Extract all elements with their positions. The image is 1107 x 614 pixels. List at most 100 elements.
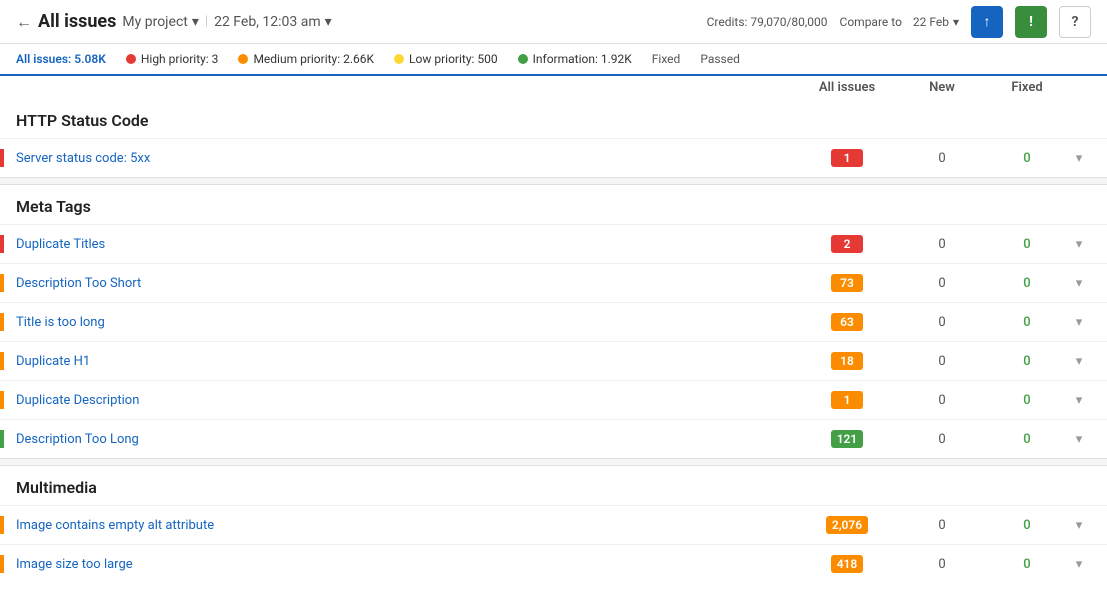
issue-name[interactable]: Duplicate Description (16, 393, 797, 408)
low-priority-dot (394, 54, 404, 64)
compare-arrow-icon: ▾ (953, 15, 959, 29)
row-border-indicator (0, 555, 4, 573)
table-column-headers: All issues New Fixed (0, 76, 1107, 99)
issue-new-count: 0 (897, 354, 987, 369)
filter-information[interactable]: Information: 1.92K (518, 52, 632, 66)
section-header-2: Multimedia (0, 466, 1107, 505)
table-row[interactable]: Title is too long6300▾ (0, 302, 1107, 341)
issue-fixed-count: 0 (987, 354, 1067, 369)
row-border-indicator (0, 391, 4, 409)
section-header-1: Meta Tags (0, 185, 1107, 224)
row-expand-arrow-icon[interactable]: ▾ (1067, 432, 1091, 447)
project-arrow-icon: ▾ (192, 14, 199, 30)
row-border-indicator (0, 235, 4, 253)
issue-new-count: 0 (897, 432, 987, 447)
project-name: My project (122, 14, 187, 30)
table-row[interactable]: Duplicate Titles200▾ (0, 224, 1107, 263)
header: ← All issues My project▾ | 22 Feb, 12:03… (0, 0, 1107, 44)
upload-button[interactable]: ↑ (971, 6, 1003, 38)
issue-count-badge: 63 (831, 313, 863, 331)
issue-name[interactable]: Image contains empty alt attribute (16, 518, 797, 533)
main-content: All issues New Fixed HTTP Status CodeSer… (0, 76, 1107, 606)
page-title: All issues (38, 11, 116, 32)
issue-count-cell: 73 (797, 274, 897, 292)
filter-bar: All issues: 5.08K High priority: 3 Mediu… (0, 44, 1107, 76)
row-expand-arrow-icon[interactable]: ▾ (1067, 237, 1091, 252)
exclaim-icon: ! (1029, 14, 1033, 30)
issue-new-count: 0 (897, 557, 987, 572)
row-expand-arrow-icon[interactable]: ▾ (1067, 518, 1091, 533)
issue-count-badge: 2,076 (826, 516, 868, 534)
high-priority-dot (126, 54, 136, 64)
col-header-fixed: Fixed (987, 80, 1067, 95)
issue-name[interactable]: Duplicate H1 (16, 354, 797, 369)
row-expand-arrow-icon[interactable]: ▾ (1067, 276, 1091, 291)
issue-fixed-count: 0 (987, 518, 1067, 533)
back-button[interactable]: ← (16, 12, 32, 32)
filter-all-issues[interactable]: All issues: 5.08K (16, 52, 106, 66)
table-row[interactable]: Duplicate H11800▾ (0, 341, 1107, 380)
compare-date: 22 Feb (913, 15, 949, 29)
help-button[interactable]: ? (1059, 6, 1091, 38)
table-row[interactable]: Description Too Short7300▾ (0, 263, 1107, 302)
filter-medium-priority[interactable]: Medium priority: 2.66K (238, 52, 374, 66)
date-selector[interactable]: 22 Feb, 12:03 am▾ (214, 14, 332, 30)
issue-count-badge: 73 (831, 274, 863, 292)
issue-fixed-count: 0 (987, 557, 1067, 572)
issue-name[interactable]: Duplicate Titles (16, 237, 797, 252)
row-expand-arrow-icon[interactable]: ▾ (1067, 315, 1091, 330)
header-right: Credits: 79,070/80,000 Compare to 22 Feb… (707, 6, 1091, 38)
medium-priority-dot (238, 54, 248, 64)
issue-new-count: 0 (897, 393, 987, 408)
issue-name[interactable]: Title is too long (16, 315, 797, 330)
issue-count-cell: 1 (797, 391, 897, 409)
issue-new-count: 0 (897, 151, 987, 166)
issue-fixed-count: 0 (987, 315, 1067, 330)
issue-count-badge: 2 (831, 235, 863, 253)
date-arrow-icon: ▾ (325, 14, 332, 30)
row-border-indicator (0, 352, 4, 370)
table-row[interactable]: Image size too large41800▾ (0, 544, 1107, 583)
date-label: 22 Feb, 12:03 am (214, 14, 321, 30)
issue-name[interactable]: Server status code: 5xx (16, 151, 797, 166)
row-border-indicator (0, 430, 4, 448)
issue-fixed-count: 0 (987, 151, 1067, 166)
filter-high-priority[interactable]: High priority: 3 (126, 52, 219, 66)
filter-fixed[interactable]: Fixed (652, 52, 681, 66)
filter-low-priority[interactable]: Low priority: 500 (394, 52, 498, 66)
filter-medium-priority-label: Medium priority: 2.66K (253, 52, 374, 66)
filter-passed[interactable]: Passed (700, 52, 740, 66)
issue-name[interactable]: Description Too Short (16, 276, 797, 291)
row-expand-arrow-icon[interactable]: ▾ (1067, 151, 1091, 166)
issue-count-badge: 418 (831, 555, 864, 573)
compare-button[interactable]: Compare to 22 Feb ▾ (840, 15, 959, 29)
row-border-indicator (0, 274, 4, 292)
row-border-indicator (0, 149, 4, 167)
row-expand-arrow-icon[interactable]: ▾ (1067, 354, 1091, 369)
issue-new-count: 0 (897, 276, 987, 291)
issue-new-count: 0 (897, 237, 987, 252)
row-expand-arrow-icon[interactable]: ▾ (1067, 557, 1091, 572)
issue-new-count: 0 (897, 518, 987, 533)
table-row[interactable]: Duplicate Description100▾ (0, 380, 1107, 419)
issue-fixed-count: 0 (987, 432, 1067, 447)
table-row[interactable]: Description Too Long12100▾ (0, 419, 1107, 458)
section-divider (0, 458, 1107, 466)
project-selector[interactable]: My project ▾ (122, 14, 199, 30)
issue-count-badge: 1 (831, 149, 863, 167)
issue-name[interactable]: Image size too large (16, 557, 797, 572)
issue-count-badge: 1 (831, 391, 863, 409)
filter-all-issues-label: All issues: 5.08K (16, 52, 106, 66)
table-row[interactable]: Image contains empty alt attribute 2,076 0… (0, 505, 1107, 544)
table-row[interactable]: Server status code: 5xx100▾ (0, 138, 1107, 177)
issue-new-count: 0 (897, 315, 987, 330)
upload-icon: ↑ (984, 13, 991, 30)
row-expand-arrow-icon[interactable]: ▾ (1067, 393, 1091, 408)
issue-fixed-count: 0 (987, 276, 1067, 291)
row-border-indicator (0, 516, 4, 534)
compare-label: Compare to (840, 15, 902, 29)
question-icon: ? (1072, 14, 1079, 30)
issue-name[interactable]: Description Too Long (16, 432, 797, 447)
filter-low-priority-label: Low priority: 500 (409, 52, 498, 66)
alert-button[interactable]: ! (1015, 6, 1047, 38)
